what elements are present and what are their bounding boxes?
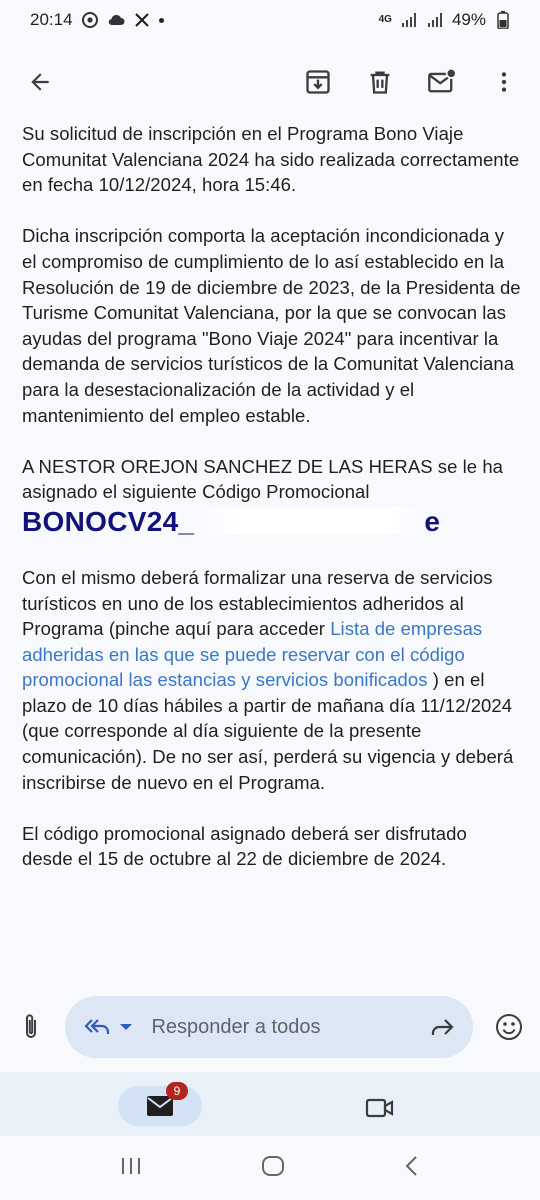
attachment-icon [25, 1014, 36, 1038]
email-toolbar [0, 48, 540, 116]
nav-meet-tab[interactable] [362, 1090, 398, 1126]
status-bar: 20:14 4G 49% [0, 0, 540, 40]
bottom-navigation: 9 [0, 1072, 540, 1136]
mark-unread-icon [428, 68, 457, 93]
cloud-icon [107, 11, 125, 29]
chrome-icon [81, 11, 99, 29]
recents-button[interactable] [120, 1156, 142, 1181]
mark-unread-button[interactable] [420, 60, 464, 104]
archive-icon [306, 70, 330, 94]
video-camera-icon [365, 1098, 394, 1118]
promo-code-suffix: e [424, 505, 441, 537]
back-button[interactable] [18, 60, 62, 104]
reply-all-icon [84, 1019, 110, 1034]
emoji-button[interactable] [495, 1007, 524, 1047]
emoji-icon [496, 1014, 523, 1040]
redacted-section [194, 506, 425, 535]
more-vert-icon [501, 72, 507, 92]
delete-icon [370, 71, 390, 94]
forward-icon[interactable] [429, 1016, 455, 1038]
more-options-button[interactable] [482, 60, 526, 104]
battery-icon [494, 11, 512, 29]
recents-icon [121, 1157, 140, 1174]
home-button[interactable] [261, 1155, 285, 1182]
clock: 20:14 [30, 10, 73, 29]
archive-button[interactable] [296, 60, 340, 104]
promo-code[interactable]: BONOCV24_ e [22, 505, 522, 539]
delete-button[interactable] [358, 60, 402, 104]
reply-row: Responder a todos [0, 992, 540, 1062]
x-icon [133, 11, 151, 29]
signal-icon [426, 11, 444, 29]
email-paragraph: Su solicitud de inscripción en el Progra… [22, 123, 520, 196]
email-paragraph: El código promocional asignado deberá se… [22, 822, 467, 870]
email-body: Su solicitud de inscripción en el Progra… [22, 121, 522, 979]
unread-badge: 9 [166, 1082, 188, 1100]
promo-code-prefix: BONOCV24_ [22, 505, 195, 537]
assignment-text: A NESTOR OREJON SANCHEZ DE LAS HERAS se … [22, 455, 503, 503]
email-paragraph: Con el mismo deberá formalizar una reser… [22, 565, 522, 795]
back-nav-button[interactable] [404, 1155, 420, 1182]
notification-dot [158, 17, 164, 23]
email-paragraph: A NESTOR OREJON SANCHEZ DE LAS HERAS se … [22, 454, 522, 505]
signal-icon [400, 11, 418, 29]
battery-percent: 49% [451, 10, 486, 29]
back-arrow-icon [31, 73, 49, 91]
chevron-down-icon[interactable] [119, 1022, 133, 1032]
reply-compose[interactable]: Responder a todos [65, 996, 473, 1058]
nav-mail-tab[interactable]: 9 [118, 1082, 202, 1126]
attach-button[interactable] [16, 1007, 45, 1047]
email-paragraph: Dicha inscripción comporta la aceptación… [22, 225, 521, 426]
home-icon [261, 1155, 284, 1176]
reply-placeholder: Responder a todos [151, 1015, 321, 1038]
back-chevron-icon [405, 1155, 418, 1176]
network-type: 4G [378, 14, 392, 25]
system-navigation [0, 1136, 540, 1200]
